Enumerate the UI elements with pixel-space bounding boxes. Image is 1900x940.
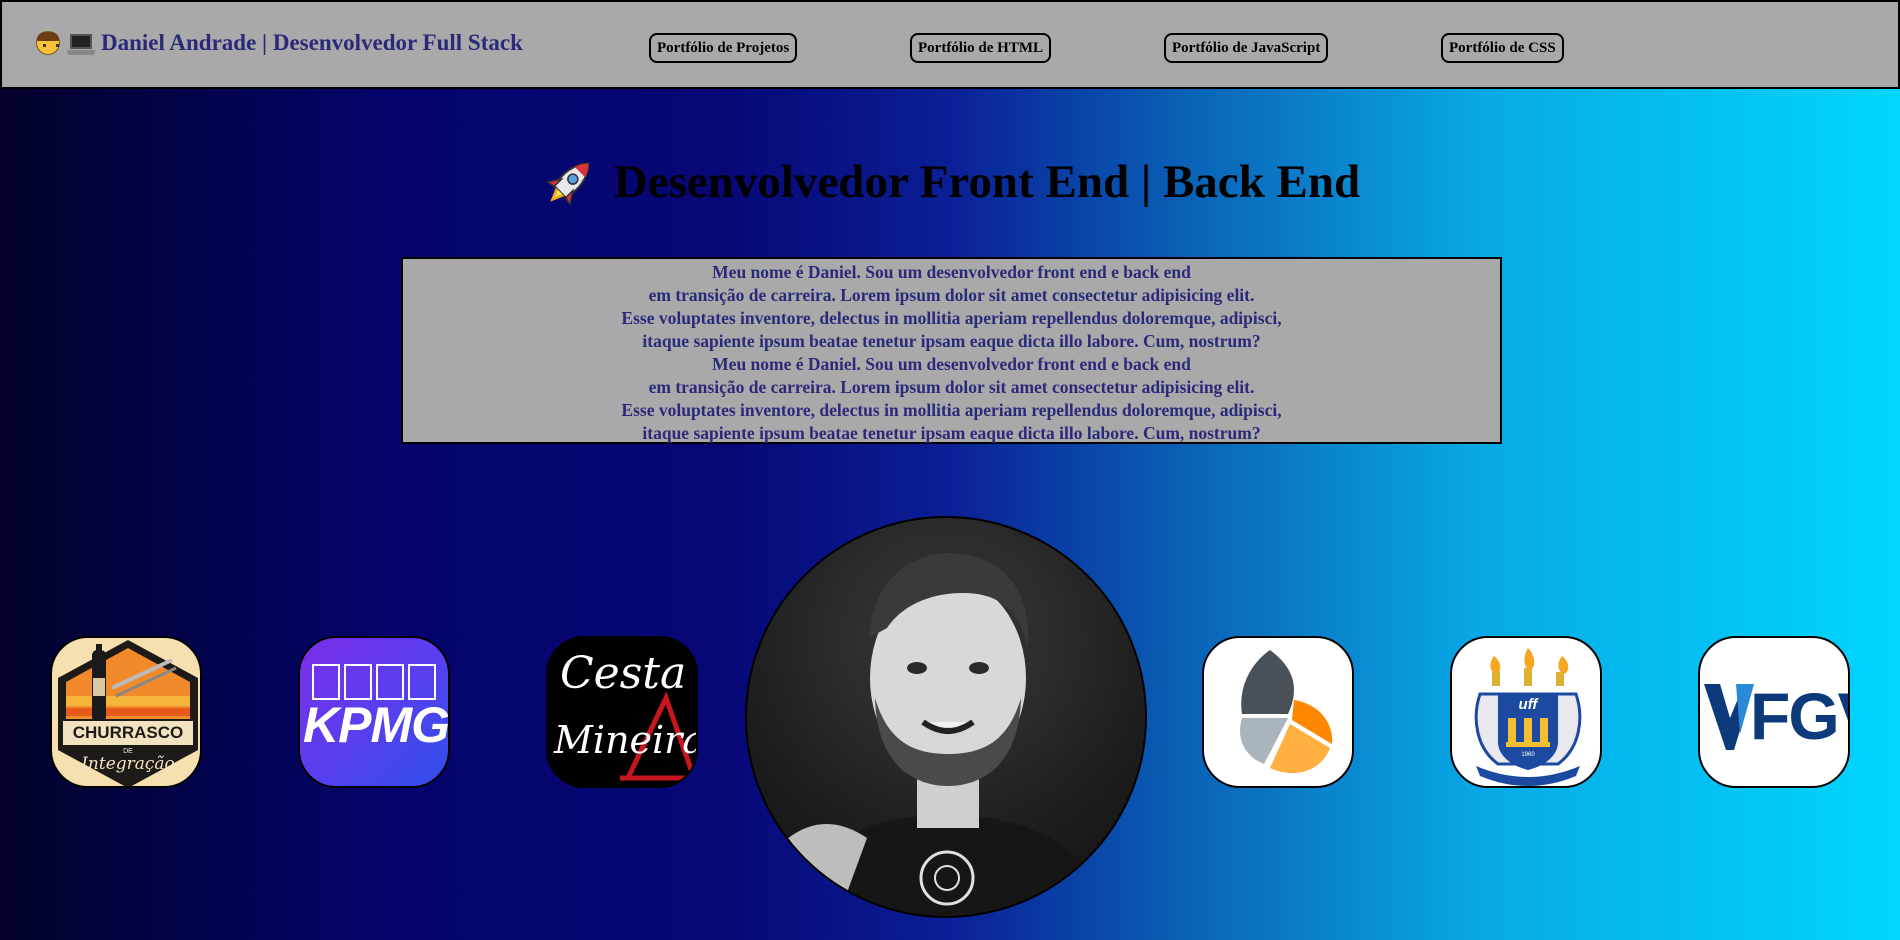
nav-button-html[interactable]: Portfólio de HTML <box>910 33 1051 63</box>
pie-logo[interactable] <box>1202 636 1354 788</box>
kpmg-wordmark: KPMG <box>303 697 449 753</box>
kpmg-logo[interactable]: KPMG <box>298 636 450 788</box>
about-text-box: Meu nome é Daniel. Sou um desenvolvedor … <box>401 257 1502 444</box>
brand-title: Daniel Andrade | Desenvolvedor Full Stac… <box>101 30 523 55</box>
about-line: em transição de carreira. Lorem ipsum do… <box>648 285 1255 305</box>
about-line: Meu nome é Daniel. Sou um desenvolvedor … <box>712 354 1191 374</box>
rocket-icon <box>545 162 590 207</box>
brand[interactable]: Daniel Andrade | Desenvolvedor Full Stac… <box>35 30 523 56</box>
uff-wordmark: uff <box>1518 696 1538 713</box>
about-line: Meu nome é Daniel. Sou um desenvolvedor … <box>712 262 1191 282</box>
churrasco-word: CHURRASCO <box>72 723 184 742</box>
uff-logo[interactable]: uff 1960 <box>1450 636 1602 788</box>
profile-photo <box>745 516 1147 918</box>
about-line: Esse voluptates inventore, delectus in m… <box>621 308 1282 328</box>
fgv-logo[interactable]: FGV <box>1698 636 1850 788</box>
about-line: itaque sapiente ipsum beatae tenetur ips… <box>642 331 1261 351</box>
hero-heading: Desenvolvedor Front End | Back End <box>0 152 1900 212</box>
top-navbar: Daniel Andrade | Desenvolvedor Full Stac… <box>0 0 1900 89</box>
developer-face-icon <box>35 30 61 56</box>
about-line: Esse voluptates inventore, delectus in m… <box>621 400 1282 420</box>
cesta-word: Cesta <box>560 648 687 699</box>
churrasco-logo[interactable]: CHURRASCO DE Integração <box>50 636 202 788</box>
churrasco-integracao: Integração <box>81 754 175 774</box>
fgv-wordmark: FGV <box>1750 679 1848 753</box>
mineira-word: Mineira <box>554 718 698 762</box>
nav-button-css[interactable]: Portfólio de CSS <box>1441 33 1564 63</box>
cesta-mineira-logo[interactable]: Cesta Mineira <box>546 636 698 788</box>
laptop-icon <box>67 34 95 56</box>
nav-button-projetos[interactable]: Portfólio de Projetos <box>649 33 798 63</box>
about-line: em transição de carreira. Lorem ipsum do… <box>648 377 1255 397</box>
about-line: itaque sapiente ipsum beatae tenetur ips… <box>642 423 1261 443</box>
nav-button-javascript[interactable]: Portfólio de JavaScript <box>1164 33 1329 63</box>
page-title: Desenvolvedor Front End | Back End <box>613 156 1361 208</box>
uff-year: 1960 <box>1521 752 1535 758</box>
